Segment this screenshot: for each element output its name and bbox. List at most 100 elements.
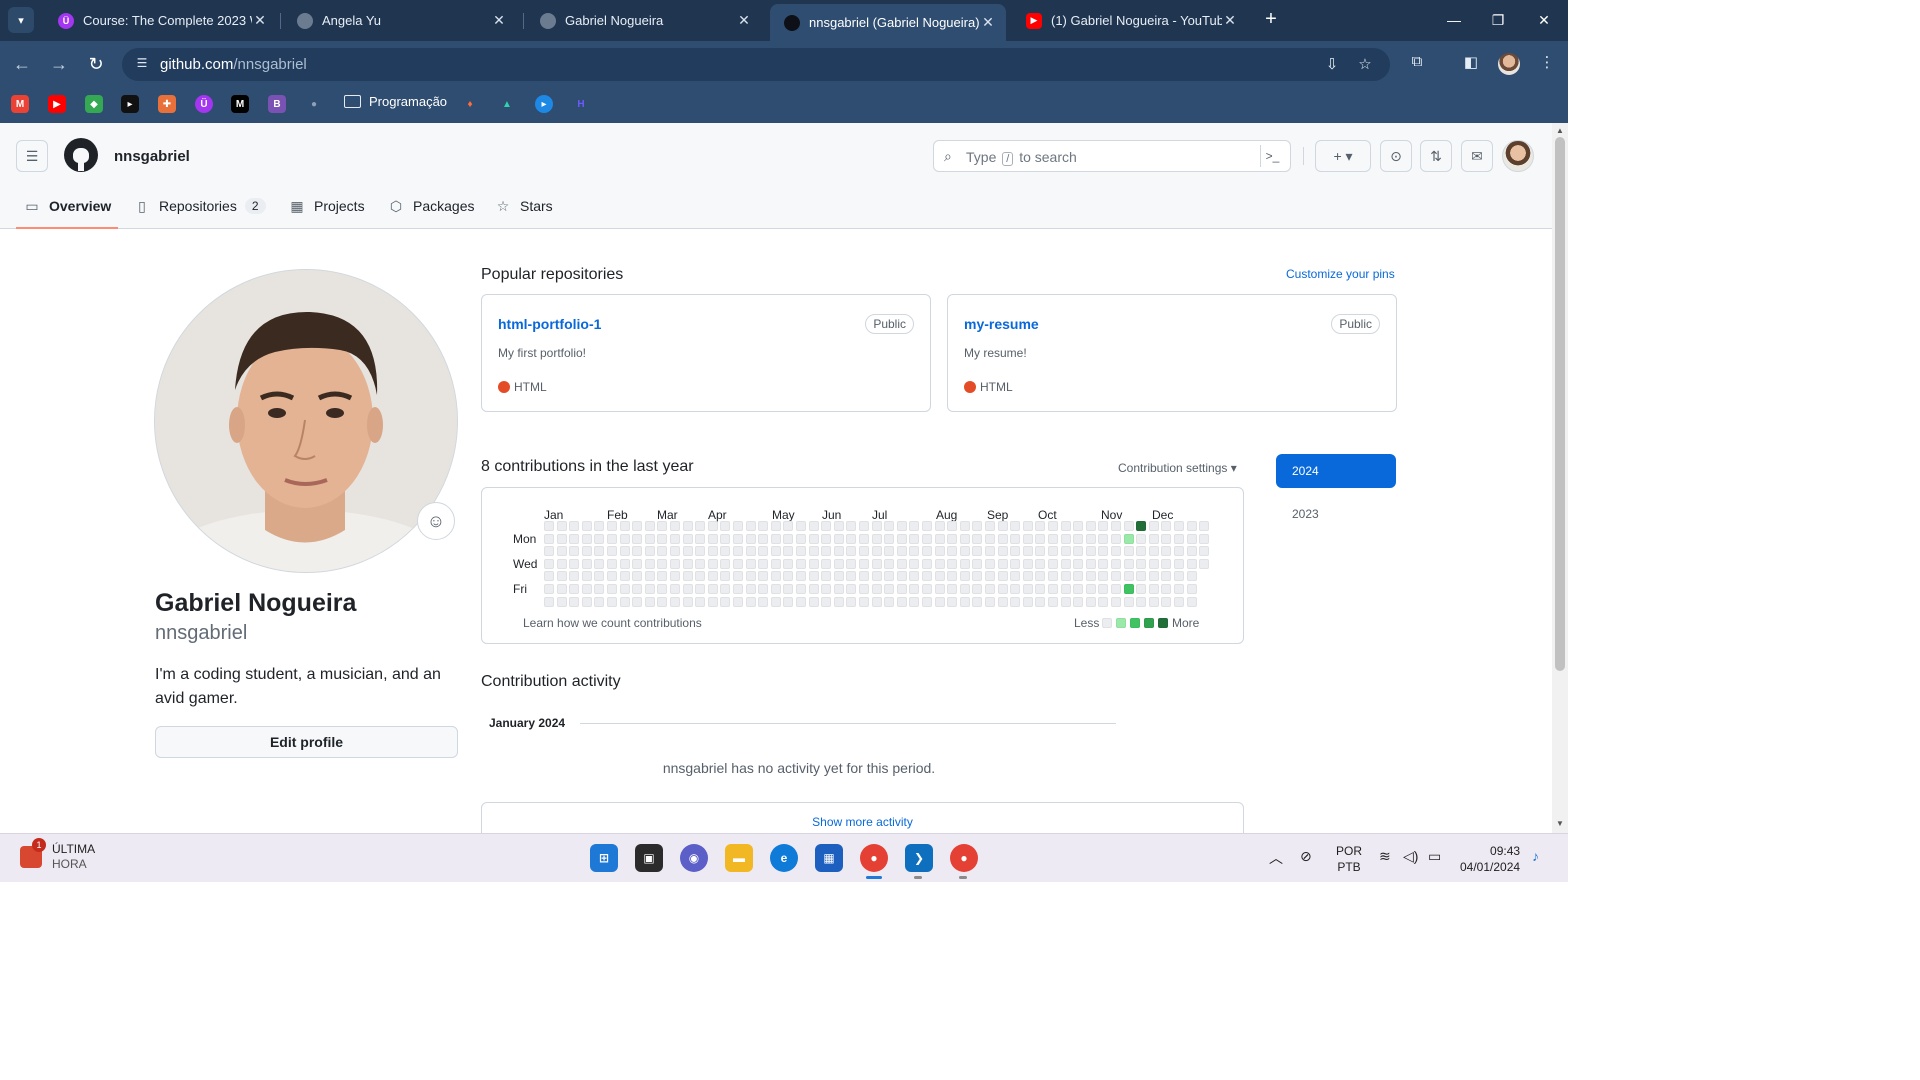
contribution-cell[interactable] bbox=[934, 596, 945, 607]
tab-projects[interactable]: ▦ Projects bbox=[289, 194, 364, 218]
contribution-cell[interactable] bbox=[947, 558, 958, 569]
contribution-cell[interactable] bbox=[733, 571, 743, 582]
contribution-cell[interactable] bbox=[745, 546, 756, 557]
contribution-cell[interactable] bbox=[569, 521, 580, 531]
contribution-cell[interactable] bbox=[1010, 584, 1021, 594]
contribution-cell[interactable] bbox=[720, 521, 731, 531]
contribution-cell[interactable] bbox=[972, 558, 983, 569]
contribution-cell[interactable] bbox=[896, 571, 907, 582]
forward-button[interactable]: → bbox=[47, 52, 71, 76]
contribution-cell[interactable] bbox=[959, 584, 970, 594]
contribution-cell[interactable] bbox=[796, 533, 806, 544]
contribution-cell[interactable] bbox=[922, 533, 932, 544]
contribution-cell[interactable] bbox=[770, 584, 781, 594]
contribution-cell[interactable] bbox=[1060, 584, 1071, 594]
contribution-cell[interactable] bbox=[544, 571, 554, 582]
contribution-cell[interactable] bbox=[1199, 533, 1210, 544]
contribution-cell[interactable] bbox=[1085, 521, 1096, 531]
contribution-cell[interactable] bbox=[695, 521, 706, 531]
contribution-cell[interactable] bbox=[972, 546, 983, 557]
contribution-cell[interactable] bbox=[1174, 584, 1184, 594]
reload-button[interactable]: ↻ bbox=[84, 52, 108, 76]
contribution-cell[interactable] bbox=[1098, 584, 1109, 594]
contribution-cell[interactable] bbox=[1174, 546, 1184, 557]
browser-tab[interactable]: Angela Yu ✕ bbox=[283, 4, 517, 37]
contribution-cell[interactable] bbox=[670, 584, 680, 594]
contribution-cell[interactable] bbox=[556, 596, 567, 607]
contribution-cell[interactable] bbox=[1186, 546, 1197, 557]
contribution-cell[interactable] bbox=[695, 571, 706, 582]
contribution-cell[interactable] bbox=[745, 521, 756, 531]
contribution-cell[interactable] bbox=[959, 558, 970, 569]
contribution-cell[interactable] bbox=[1186, 584, 1197, 594]
contribution-cell[interactable] bbox=[682, 521, 693, 531]
contribution-cell[interactable] bbox=[607, 546, 617, 557]
contribution-cell[interactable] bbox=[909, 584, 920, 594]
profile-avatar-large[interactable] bbox=[154, 269, 458, 573]
contribution-cell[interactable] bbox=[909, 533, 920, 544]
contribution-cell[interactable] bbox=[632, 546, 643, 557]
contribution-cell[interactable] bbox=[959, 533, 970, 544]
contribution-cell[interactable] bbox=[833, 533, 844, 544]
contribution-cell[interactable] bbox=[833, 571, 844, 582]
contribution-cell[interactable] bbox=[1123, 533, 1134, 544]
contribution-cell[interactable] bbox=[922, 558, 932, 569]
contribution-cell[interactable] bbox=[733, 533, 743, 544]
wifi-icon[interactable]: ≋ bbox=[1379, 848, 1391, 865]
contribution-cell[interactable] bbox=[569, 558, 580, 569]
contribution-cell[interactable] bbox=[922, 596, 932, 607]
contribution-cell[interactable] bbox=[997, 558, 1008, 569]
browser-tab-active[interactable]: nnsgabriel (Gabriel Nogueira) ✕ bbox=[770, 4, 1006, 41]
contribution-cell[interactable] bbox=[896, 533, 907, 544]
contribution-cell[interactable] bbox=[922, 521, 932, 531]
contribution-cell[interactable] bbox=[1060, 533, 1071, 544]
contribution-cell[interactable] bbox=[758, 571, 769, 582]
contribution-cell[interactable] bbox=[720, 533, 731, 544]
contribution-cell[interactable] bbox=[682, 546, 693, 557]
contribution-cell[interactable] bbox=[972, 571, 983, 582]
contribution-cell[interactable] bbox=[1174, 558, 1184, 569]
contribution-cell[interactable] bbox=[1035, 558, 1046, 569]
contribution-cell[interactable] bbox=[632, 584, 643, 594]
maps-icon[interactable]: ◆ bbox=[85, 95, 103, 113]
contribution-cell[interactable] bbox=[922, 571, 932, 582]
contribution-cell[interactable] bbox=[833, 521, 844, 531]
contribution-cell[interactable] bbox=[594, 584, 605, 594]
contribution-cell[interactable] bbox=[695, 584, 706, 594]
bookmark-folder-programacao[interactable]: Programação bbox=[344, 94, 447, 109]
contribution-cell[interactable] bbox=[670, 521, 680, 531]
flame-icon[interactable]: ♦ bbox=[461, 95, 479, 113]
contribution-cell[interactable] bbox=[783, 546, 794, 557]
contribution-cell[interactable] bbox=[884, 596, 895, 607]
contribution-cell[interactable] bbox=[796, 521, 806, 531]
contribution-cell[interactable] bbox=[657, 546, 668, 557]
contribution-cell[interactable] bbox=[896, 521, 907, 531]
contribution-cell[interactable] bbox=[796, 596, 806, 607]
browser-tab[interactable]: Gabriel Nogueira ✕ bbox=[526, 4, 762, 37]
contribution-cell[interactable] bbox=[871, 596, 882, 607]
contribution-cell[interactable] bbox=[1085, 584, 1096, 594]
contribution-cell[interactable] bbox=[619, 596, 630, 607]
contribution-cell[interactable] bbox=[1048, 546, 1058, 557]
create-new-button[interactable]: + ▾ bbox=[1315, 140, 1371, 172]
contribution-cell[interactable] bbox=[934, 533, 945, 544]
contribution-cell[interactable] bbox=[1022, 533, 1033, 544]
extensions-icon[interactable]: ⧉ bbox=[1406, 53, 1428, 75]
contribution-cell[interactable] bbox=[556, 584, 567, 594]
contribution-cell[interactable] bbox=[1060, 558, 1071, 569]
contribution-cell[interactable] bbox=[544, 533, 554, 544]
contribution-cell[interactable] bbox=[1085, 558, 1096, 569]
contribution-cell[interactable] bbox=[1123, 546, 1134, 557]
contribution-cell[interactable] bbox=[1186, 521, 1197, 531]
contribution-cell[interactable] bbox=[871, 521, 882, 531]
edit-profile-button[interactable]: Edit profile bbox=[155, 726, 458, 758]
contribution-cell[interactable] bbox=[770, 571, 781, 582]
contribution-cell[interactable] bbox=[581, 533, 592, 544]
contribution-cell[interactable] bbox=[1161, 571, 1172, 582]
contribution-cell[interactable] bbox=[569, 584, 580, 594]
play-icon[interactable]: ▸ bbox=[121, 95, 139, 113]
contribution-cell[interactable] bbox=[1148, 521, 1159, 531]
contribution-cell[interactable] bbox=[1161, 558, 1172, 569]
contribution-cell[interactable] bbox=[695, 546, 706, 557]
tab-repositories[interactable]: ▯ Repositories 2 bbox=[134, 194, 266, 218]
